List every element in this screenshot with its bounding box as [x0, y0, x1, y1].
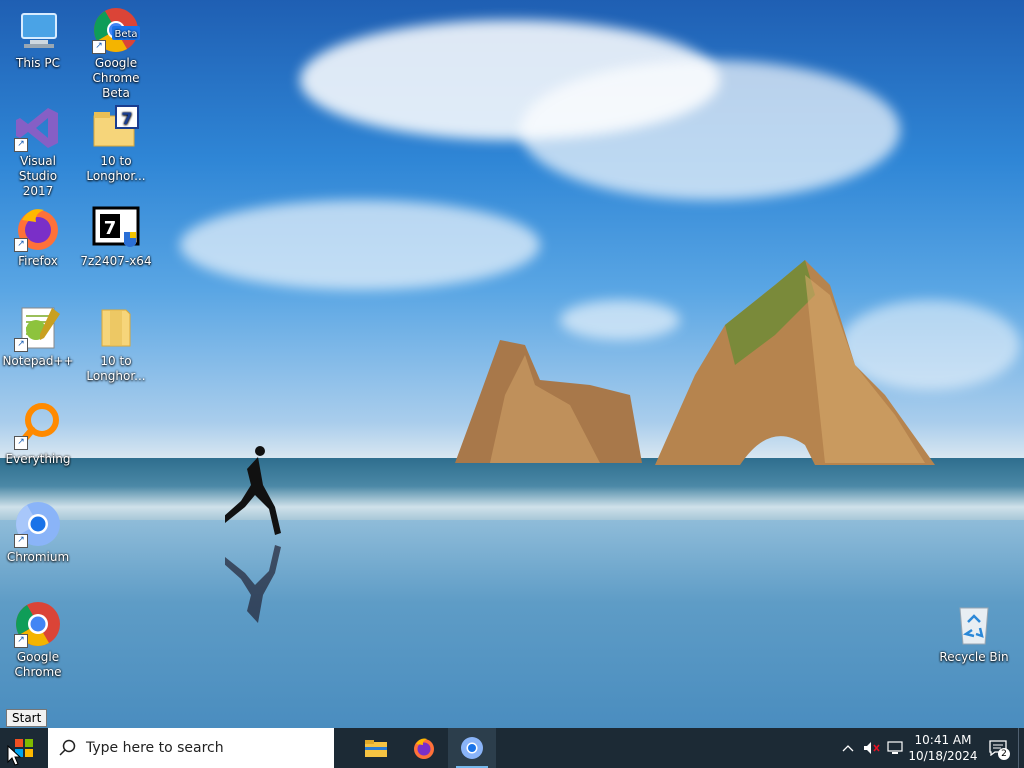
- desktop-icon-label: Visual Studio 2017: [18, 154, 58, 198]
- svg-text:7: 7: [121, 109, 132, 128]
- desktop[interactable]: This PC Beta ↗ Google Chrome Beta ↗ Visu…: [0, 0, 1024, 728]
- desktop-icon-label: 7z2407-x64: [80, 254, 152, 268]
- chrome-icon: ↗: [14, 600, 62, 648]
- runner: [225, 446, 281, 623]
- clock-time: 10:41 AM: [914, 733, 972, 747]
- desktop-icon-label: Chromium: [6, 550, 70, 564]
- rock-arch: [655, 260, 935, 465]
- desktop-icon-label: Notepad++: [2, 354, 74, 368]
- folder-icon: [92, 304, 140, 352]
- desktop-icon-firefox[interactable]: ↗ Firefox: [0, 204, 76, 269]
- svg-text:7: 7: [104, 218, 117, 239]
- desktop-icon-label: This PC: [16, 56, 60, 70]
- desktop-icon-everything[interactable]: ↗ Everything: [0, 402, 76, 467]
- desktop-icon-label: 10 to Longhor...: [86, 154, 146, 183]
- desktop-icon-label: 10 to Longhor...: [86, 354, 146, 383]
- desktop-icon-label: Google Chrome: [14, 650, 62, 679]
- desktop-icon-visual-studio[interactable]: ↗ Visual Studio 2017: [0, 104, 76, 199]
- search-icon: [59, 739, 76, 756]
- taskbar: Type here to search 10:41 AM 10/18/2024: [0, 728, 1024, 768]
- desktop-icon-recycle-bin[interactable]: Recycle Bin: [936, 600, 1012, 665]
- firefox-icon: [414, 738, 434, 759]
- network-icon[interactable]: [884, 728, 908, 768]
- desktop-icon-label: Everything: [5, 452, 71, 466]
- chrome-beta-icon: Beta ↗: [92, 6, 140, 54]
- search-box[interactable]: Type here to search: [48, 728, 334, 768]
- action-center-button[interactable]: 2: [978, 728, 1018, 768]
- chromium-icon: ↗: [14, 500, 62, 548]
- desktop-icon-label: Recycle Bin: [939, 650, 1009, 664]
- desktop-icon-chromium[interactable]: ↗ Chromium: [0, 500, 76, 565]
- desktop-icon-label: Firefox: [18, 254, 58, 268]
- desktop-icon-7zip[interactable]: 7 7z2407-x64: [78, 204, 154, 269]
- desktop-icon-notepad[interactable]: ↗ Notepad++: [0, 304, 76, 369]
- everything-search-icon: ↗: [14, 402, 62, 450]
- desktop-icon-longhorn-2[interactable]: 10 to Longhor...: [78, 304, 154, 384]
- clock[interactable]: 10:41 AM 10/18/2024: [908, 732, 978, 764]
- chromium-icon: [461, 737, 483, 759]
- firefox-icon: ↗: [14, 204, 62, 252]
- show-desktop-button[interactable]: [1018, 728, 1024, 768]
- search-placeholder: Type here to search: [86, 740, 224, 756]
- start-tooltip: Start: [6, 709, 48, 727]
- volume-muted-icon[interactable]: [860, 728, 884, 768]
- folder-icon: 7: [92, 104, 140, 152]
- notification-count-badge: 2: [998, 748, 1010, 760]
- svg-text:Beta: Beta: [114, 29, 137, 40]
- desktop-icon-google-chrome[interactable]: ↗ Google Chrome: [0, 600, 76, 680]
- taskbar-file-explorer[interactable]: [352, 728, 400, 768]
- taskbar-firefox[interactable]: [400, 728, 448, 768]
- 7zip-icon: 7: [92, 204, 140, 252]
- desktop-icon-chrome-beta[interactable]: Beta ↗ Google Chrome Beta: [78, 6, 154, 101]
- file-explorer-icon: [365, 740, 387, 757]
- notepad-plus-plus-icon: ↗: [14, 304, 62, 352]
- desktop-icon-this-pc[interactable]: This PC: [0, 6, 76, 71]
- visual-studio-icon: ↗: [14, 104, 62, 152]
- mouse-cursor-icon: [7, 745, 21, 766]
- rock-small: [455, 340, 642, 463]
- clock-date: 10/18/2024: [908, 749, 978, 763]
- desktop-icon-label: Google Chrome Beta: [92, 56, 140, 100]
- recycle-bin-icon: [950, 600, 998, 648]
- desktop-icon-longhorn-1[interactable]: 7 10 to Longhor...: [78, 104, 154, 184]
- computer-icon: [14, 6, 62, 54]
- show-hidden-icons-chevron-up-icon[interactable]: [836, 728, 860, 768]
- system-tray: 10:41 AM 10/18/2024 2: [836, 728, 1024, 768]
- taskbar-chromium[interactable]: [448, 728, 496, 768]
